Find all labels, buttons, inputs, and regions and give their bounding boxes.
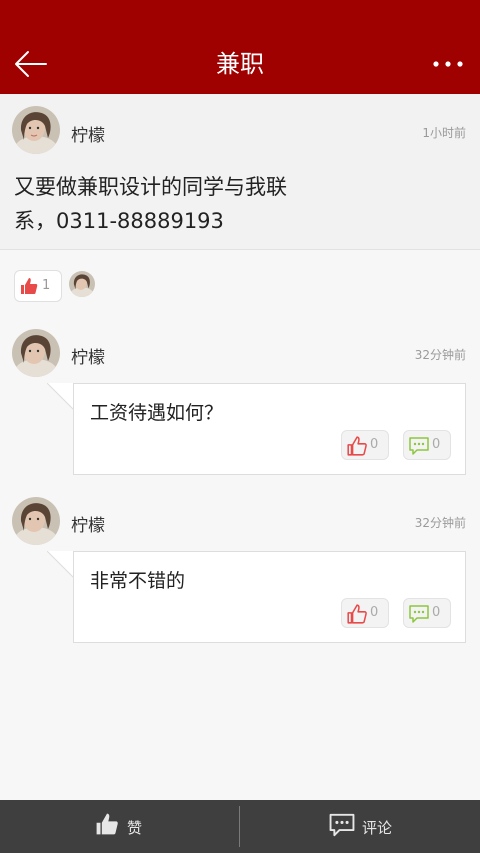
- avatar[interactable]: [12, 497, 60, 545]
- comment-text: 非常不错的: [90, 570, 186, 592]
- thumbs-up-icon: [21, 278, 38, 294]
- comment-bubble: 非常不错的 0 0: [73, 551, 466, 643]
- avatar[interactable]: [12, 329, 60, 377]
- bubble-notch: [47, 383, 75, 411]
- main-post: 柠檬 1小时前 又要做兼职设计的同学与我联系，0311-88889193: [0, 94, 480, 250]
- comment-reply-count: 0: [432, 437, 441, 452]
- divider: [239, 806, 240, 847]
- comment-like-button[interactable]: 0: [341, 430, 389, 460]
- comment-like-count: 0: [370, 437, 379, 452]
- comment-bubble: 工资待遇如何？ 0 0: [73, 383, 466, 475]
- comment-item: 柠檬 32分钟前 非常不错的 0 0: [0, 481, 480, 653]
- thumbs-up-icon: [347, 436, 367, 456]
- bottom-like-button[interactable]: 赞: [0, 800, 239, 853]
- thumbs-up-icon: [347, 604, 367, 624]
- liker-avatar[interactable]: [69, 271, 95, 297]
- comment-time: 32分钟前: [414, 516, 466, 530]
- more-dots-icon: [433, 61, 463, 67]
- comment-reply-button[interactable]: 0: [403, 430, 451, 460]
- post-content: 又要做兼职设计的同学与我联系，0311-88889193: [14, 175, 287, 233]
- comment-author[interactable]: 柠檬: [71, 343, 105, 368]
- comment-like-count: 0: [370, 605, 379, 620]
- chat-bubble-icon: [409, 437, 429, 455]
- post-like-count: 1: [42, 278, 51, 293]
- comment-time: 32分钟前: [414, 348, 466, 362]
- bottom-comment-label: 评论: [362, 819, 393, 837]
- comment-list: 柠檬 32分钟前 工资待遇如何？ 0 0 柠檬 32分钟前 非常不错的 0 0: [0, 313, 480, 653]
- app-header: 兼职: [0, 0, 480, 94]
- avatar[interactable]: [12, 106, 60, 154]
- post-like-button[interactable]: 1: [14, 270, 62, 302]
- chat-bubble-icon: [329, 813, 355, 837]
- comment-reply-count: 0: [432, 605, 441, 620]
- comment-reply-button[interactable]: 0: [403, 598, 451, 628]
- comment-item: 柠檬 32分钟前 工资待遇如何？ 0 0: [0, 313, 480, 481]
- bottom-like-label: 赞: [127, 819, 143, 837]
- chat-bubble-icon: [409, 605, 429, 623]
- post-author[interactable]: 柠檬: [71, 121, 105, 146]
- bottom-comment-button[interactable]: 评论: [241, 800, 480, 853]
- bubble-notch: [47, 551, 75, 579]
- thumbs-up-icon: [96, 813, 118, 835]
- more-button[interactable]: [430, 50, 466, 78]
- comment-author[interactable]: 柠檬: [71, 511, 105, 536]
- page-title: 兼职: [216, 50, 264, 78]
- post-time: 1小时前: [422, 126, 466, 140]
- comment-like-button[interactable]: 0: [341, 598, 389, 628]
- bottom-action-bar: 赞 评论: [0, 800, 480, 853]
- comment-text: 工资待遇如何？: [90, 402, 224, 424]
